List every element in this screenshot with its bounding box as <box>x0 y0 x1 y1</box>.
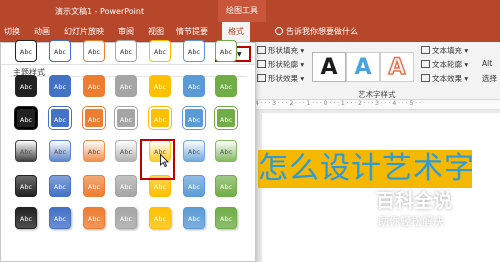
mouse-pointer-icon <box>160 154 169 167</box>
style-cell[interactable]: Abc <box>115 175 137 197</box>
tab-view[interactable]: 视图 <box>148 22 164 42</box>
style-cell[interactable]: Abc <box>183 207 205 229</box>
selection-pane-button[interactable]: 选择 <box>482 73 497 84</box>
shape-styles-gallery: 全部▼ 主题样式 AbcAbcAbcAbcAbcAbcAbcAbcAbcAbcA… <box>0 40 256 262</box>
wordart-style-1[interactable]: A <box>312 52 346 82</box>
text-outline-icon <box>421 60 430 68</box>
style-cell[interactable]: Abc <box>183 40 205 62</box>
style-cell[interactable]: Abc <box>149 40 171 62</box>
shape-fill-button[interactable]: 形状填充 ▾ <box>257 45 304 56</box>
chevron-down-icon: ▼ <box>237 51 242 58</box>
style-cell[interactable]: Abc <box>15 207 37 229</box>
style-cell[interactable]: Abc <box>49 140 71 162</box>
document-title: 演示文稿1 - PowerPoint <box>55 7 145 16</box>
text-effects-button[interactable]: 文本效果 ▾ <box>421 73 468 84</box>
style-cell[interactable]: Abc <box>149 107 171 129</box>
shape-fill-label: 形状填充 <box>268 46 298 55</box>
text-fill-button[interactable]: 文本填充 ▾ <box>421 45 468 56</box>
style-cell[interactable]: Abc <box>83 175 105 197</box>
style-cell[interactable]: Abc <box>49 40 71 62</box>
text-outline-button[interactable]: 文本轮廓 ▾ <box>421 59 468 70</box>
wordart-style-3[interactable]: A <box>380 52 414 82</box>
style-cell[interactable]: Abc <box>115 75 137 97</box>
style-cell[interactable]: Abc <box>183 75 205 97</box>
style-cell[interactable]: Abc <box>83 140 105 162</box>
wordart-style-2[interactable]: A <box>346 52 380 82</box>
style-cell[interactable]: Abc <box>15 40 37 62</box>
tab-animations[interactable]: 动画 <box>34 22 50 42</box>
style-cell[interactable]: Abc <box>215 175 237 197</box>
selected-style-highlight <box>140 139 175 180</box>
text-outline-label: 文本轮廓 <box>432 60 462 69</box>
tab-slideshow[interactable]: 幻灯片放映 <box>64 22 104 42</box>
text-effects-icon <box>421 74 430 82</box>
watermark-title: 百科全说 <box>376 190 453 212</box>
style-cell[interactable]: Abc <box>149 207 171 229</box>
tab-transitions[interactable]: 切换 <box>4 22 20 42</box>
style-cell[interactable]: Abc <box>183 175 205 197</box>
style-cell[interactable]: Abc <box>15 140 37 162</box>
style-cell[interactable]: Abc <box>215 75 237 97</box>
style-cell[interactable]: Abc <box>215 40 237 62</box>
style-cell[interactable]: Abc <box>83 107 105 129</box>
wordart-styles-group-label: 艺术字样式 <box>358 90 396 99</box>
style-cell[interactable]: Abc <box>115 207 137 229</box>
style-cell[interactable]: Abc <box>15 75 37 97</box>
watermark-subtitle: 助你轻松解决 <box>378 215 444 228</box>
style-cell[interactable]: Abc <box>215 107 237 129</box>
style-cell[interactable]: Abc <box>115 40 137 62</box>
shape-effects-label: 形状效果 <box>268 74 298 83</box>
drawing-tools-label: 绘图工具 <box>218 0 266 22</box>
text-effects-label: 文本效果 <box>432 74 462 83</box>
wordart-textbox[interactable]: 怎么设计艺术字 <box>258 150 472 188</box>
ribbon-tabs: 切换 动画 幻灯片放映 审阅 视图 情节提要 格式 告诉我你想要做什么 <box>0 22 500 42</box>
style-cell[interactable]: Abc <box>49 75 71 97</box>
style-cell[interactable]: Abc <box>83 207 105 229</box>
lightbulb-icon <box>275 27 283 35</box>
text-fill-label: 文本填充 <box>432 46 462 55</box>
shape-outline-label: 形状轮廓 <box>268 60 298 69</box>
style-cell[interactable]: Abc <box>183 140 205 162</box>
style-cell[interactable]: Abc <box>49 107 71 129</box>
pen-icon <box>257 60 266 68</box>
style-cell[interactable]: Abc <box>215 140 237 162</box>
effects-icon <box>257 74 266 82</box>
style-cell[interactable]: Abc <box>83 75 105 97</box>
style-cell[interactable]: Abc <box>149 75 171 97</box>
title-bar: 演示文稿1 - PowerPoint 绘图工具 <box>0 0 500 22</box>
style-cell[interactable]: Abc <box>49 207 71 229</box>
shape-effects-button[interactable]: 形状效果 ▾ <box>257 73 304 84</box>
style-cell[interactable]: Abc <box>49 175 71 197</box>
style-cell[interactable]: Abc <box>115 140 137 162</box>
style-cell[interactable]: Abc <box>15 107 37 129</box>
text-fill-icon <box>421 46 430 54</box>
tab-storyboard[interactable]: 情节提要 <box>176 22 208 42</box>
tell-me-box[interactable]: 告诉我你想要做什么 <box>275 22 358 42</box>
style-cell[interactable]: Abc <box>83 40 105 62</box>
shape-outline-button[interactable]: 形状轮廓 ▾ <box>257 59 304 70</box>
style-cell[interactable]: Abc <box>215 207 237 229</box>
style-cell[interactable]: Abc <box>15 175 37 197</box>
tab-format[interactable]: 格式 <box>222 22 250 42</box>
paint-bucket-icon <box>257 46 266 54</box>
style-cell[interactable]: Abc <box>115 107 137 129</box>
tab-review[interactable]: 审阅 <box>118 22 134 42</box>
tell-me-text: 告诉我你想要做什么 <box>286 27 358 36</box>
alt-text-button[interactable]: Alt <box>482 59 492 68</box>
style-cell[interactable]: Abc <box>183 107 205 129</box>
horizontal-ruler: 4 · · · 3 · · · 2 · · · 1 · · · 0 · · · … <box>255 100 500 110</box>
